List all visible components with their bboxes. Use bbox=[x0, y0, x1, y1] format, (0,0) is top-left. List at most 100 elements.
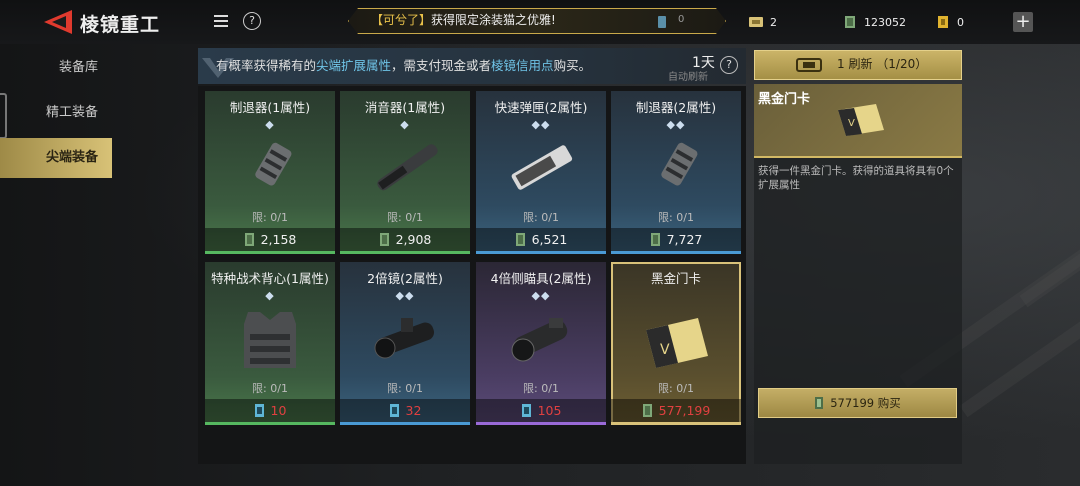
info-highlight-attributes: 尖端扩展属性 bbox=[316, 58, 392, 73]
price-value: 10 bbox=[270, 403, 287, 418]
item-name: 消音器(1属性) bbox=[364, 100, 446, 115]
item-limit: 限: 0/1 bbox=[658, 211, 694, 224]
cash-icon bbox=[642, 404, 652, 417]
rarity-bar bbox=[340, 422, 470, 425]
attribute-diamond-icon: ◆◆ bbox=[395, 289, 415, 302]
attribute-diamond-icon: ◆ bbox=[400, 118, 410, 131]
refresh-label: 1 刷新 （1/20） bbox=[837, 57, 928, 71]
price-value: 577,199 bbox=[658, 403, 711, 418]
item-limit: 限: 0/1 bbox=[658, 382, 694, 395]
muzzle-brake-icon bbox=[661, 142, 698, 186]
add-currency-button[interactable]: + bbox=[1013, 12, 1033, 32]
item-price: 7,727 bbox=[611, 228, 741, 252]
detail-header: 黑金门卡 V bbox=[754, 84, 962, 158]
item-card[interactable]: 制退器(2属性) ◆◆ 限: 0/1 7,727 bbox=[611, 91, 741, 254]
suppressor-icon bbox=[377, 144, 438, 191]
currency-ticket: 2 bbox=[748, 12, 828, 34]
ticket-icon bbox=[749, 17, 763, 27]
scope-4x-icon bbox=[511, 318, 568, 362]
item-limit: 限: 0/1 bbox=[523, 211, 559, 224]
currency-cash: 123052 bbox=[842, 12, 932, 34]
notice-tag: 【可兮了】 bbox=[371, 13, 432, 27]
attribute-diamond-icon: ◆◆ bbox=[531, 118, 551, 131]
item-card[interactable]: 快速弹匣(2属性) ◆◆ 限: 0/1 6,521 bbox=[476, 91, 606, 254]
credit-icon bbox=[254, 404, 264, 417]
detail-body bbox=[754, 158, 962, 464]
item-price: 32 bbox=[340, 399, 470, 423]
currency-value: 0 bbox=[957, 16, 964, 29]
help-icon[interactable]: ? bbox=[243, 12, 261, 30]
sidebar-item-equipment-library[interactable]: 装备库 bbox=[0, 48, 112, 88]
back-arrow-icon[interactable] bbox=[42, 8, 74, 36]
rarity-bar bbox=[476, 422, 606, 425]
info-highlight-credits: 棱镜信用点 bbox=[491, 58, 554, 73]
tactical-vest-icon bbox=[244, 312, 296, 368]
menu-icon[interactable] bbox=[212, 12, 230, 30]
item-card[interactable]: 黑金门卡 V 限: 0/1 577,199 bbox=[611, 262, 741, 425]
muzzle-brake-icon bbox=[255, 142, 292, 186]
rarity-bar bbox=[205, 422, 335, 425]
rarity-bar bbox=[340, 251, 470, 254]
ticket-icon bbox=[796, 58, 822, 72]
refresh-button[interactable]: 1 刷新 （1/20） bbox=[754, 50, 962, 80]
item-price: 105 bbox=[476, 399, 606, 423]
item-price: 10 bbox=[205, 399, 335, 423]
item-card[interactable]: 4倍侧瞄具(2属性) ◆◆ 限: 0/1 105 bbox=[476, 262, 606, 425]
item-name: 制退器(1属性) bbox=[229, 100, 311, 115]
refresh-auto-label: 自动刷新 bbox=[668, 72, 708, 83]
currency-value: 123052 bbox=[864, 16, 906, 29]
refresh-help-icon[interactable]: ? bbox=[720, 56, 738, 74]
attribute-diamond-icon: ◆ bbox=[265, 289, 275, 302]
item-name: 特种战术背心(1属性) bbox=[211, 271, 329, 286]
attribute-diamond-icon: ◆ bbox=[265, 118, 275, 131]
item-name: 制退器(2属性) bbox=[635, 100, 717, 115]
cash-icon bbox=[379, 233, 389, 246]
price-value: 2,158 bbox=[260, 232, 297, 247]
svg-text:V: V bbox=[660, 342, 670, 358]
detail-description: 获得一件黑金门卡。获得的道具将具有0个扩展属性 bbox=[758, 165, 954, 191]
notice-count: 0 bbox=[678, 14, 685, 25]
item-name: 2倍镜(2属性) bbox=[367, 271, 443, 286]
magazine-icon bbox=[511, 145, 573, 190]
item-limit: 限: 0/1 bbox=[252, 382, 288, 395]
item-limit: 限: 0/1 bbox=[387, 382, 423, 395]
cash-icon bbox=[845, 16, 855, 28]
buy-label: 577199 购买 bbox=[830, 396, 901, 410]
scope-2x-icon bbox=[374, 318, 435, 359]
rarity-bar bbox=[205, 251, 335, 254]
cash-icon bbox=[815, 397, 824, 409]
item-card[interactable]: 特种战术背心(1属性) ◆ 限: 0/1 10 bbox=[205, 262, 335, 425]
item-card[interactable]: 2倍镜(2属性) ◆◆ 限: 0/1 32 bbox=[340, 262, 470, 425]
page-title: 棱镜重工 bbox=[80, 14, 161, 36]
prism-logo-icon bbox=[202, 58, 234, 78]
rarity-bar bbox=[611, 251, 741, 254]
gold-card-icon: V bbox=[838, 104, 884, 136]
buy-button[interactable]: 577199 购买 bbox=[758, 388, 957, 418]
notice-banner[interactable]: 【可兮了】获得限定涂装猫之优雅! bbox=[348, 8, 726, 34]
price-value: 2,908 bbox=[395, 232, 432, 247]
price-value: 105 bbox=[537, 403, 562, 418]
currency-card: 0 bbox=[935, 12, 995, 34]
info-banner: 有概率获得稀有的尖端扩展属性，需支付现金或者棱镜信用点购买。 bbox=[198, 48, 746, 84]
prism-icon bbox=[658, 16, 666, 28]
currency-value: 2 bbox=[770, 16, 777, 29]
attribute-diamond-icon: ◆◆ bbox=[531, 289, 551, 302]
item-name: 快速弹匣(2属性) bbox=[494, 100, 588, 115]
detail-item-name: 黑金门卡 bbox=[758, 92, 811, 107]
item-card[interactable]: 制退器(1属性) ◆ 限: 0/1 2,158 bbox=[205, 91, 335, 254]
cash-icon bbox=[650, 233, 660, 246]
item-limit: 限: 0/1 bbox=[252, 211, 288, 224]
item-price: 577,199 bbox=[611, 399, 741, 423]
notice-text: 获得限定涂装猫之优雅! bbox=[431, 13, 556, 27]
item-limit: 限: 0/1 bbox=[523, 382, 559, 395]
item-price: 2,908 bbox=[340, 228, 470, 252]
sidebar-item-advanced-equipment[interactable]: 尖端装备 bbox=[0, 138, 112, 178]
credit-icon bbox=[521, 404, 531, 417]
item-limit: 限: 0/1 bbox=[387, 211, 423, 224]
item-card[interactable]: 消音器(1属性) ◆ 限: 0/1 2,908 bbox=[340, 91, 470, 254]
info-text: ，需支付现金或者 bbox=[391, 58, 492, 73]
gold-card-icon: V bbox=[646, 318, 708, 368]
card-icon bbox=[938, 16, 948, 28]
sidebar-item-crafted-equipment[interactable]: 精工装备 bbox=[0, 93, 112, 133]
credit-icon bbox=[389, 404, 399, 417]
